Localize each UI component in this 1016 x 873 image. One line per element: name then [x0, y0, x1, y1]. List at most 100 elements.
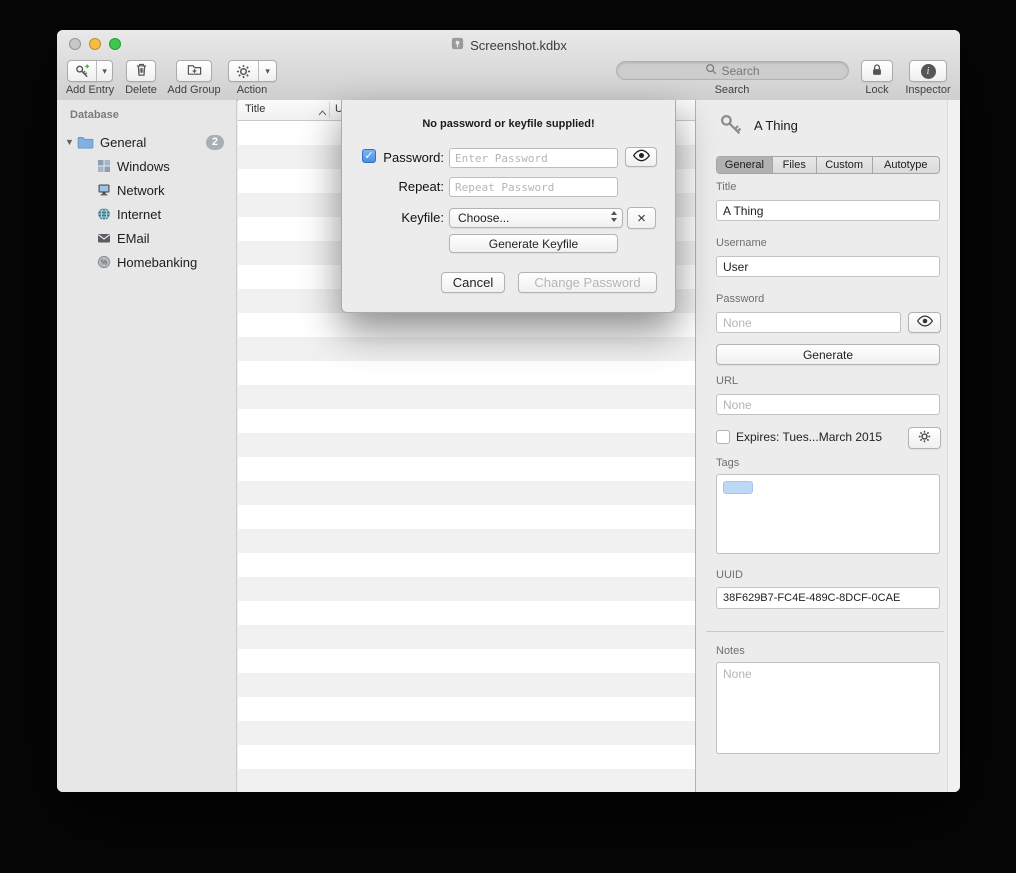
dialog-reveal-password-button[interactable]	[625, 147, 657, 167]
delete-button[interactable]	[126, 60, 156, 82]
app-window: Screenshot.kdbx ▾ Add Entry Delete Add G…	[57, 30, 960, 792]
dialog-repeat-label: Repeat:	[364, 179, 444, 194]
window-title-text: Screenshot.kdbx	[470, 38, 567, 53]
add-entry-label: Add Entry	[66, 84, 114, 96]
reveal-password-button[interactable]	[908, 312, 941, 333]
search-icon	[705, 63, 717, 78]
window-chrome: Screenshot.kdbx ▾ Add Entry Delete Add G…	[57, 30, 960, 101]
uuid-field[interactable]	[716, 587, 940, 609]
action-dropdown[interactable]: ▾	[258, 61, 276, 81]
add-entry-dropdown[interactable]: ▾	[96, 61, 112, 81]
sidebar-item-email[interactable]: EMail	[57, 226, 236, 250]
clear-keyfile-button[interactable]: ×	[627, 207, 656, 229]
svg-text:%: %	[101, 260, 107, 267]
sidebar-section-header: Database	[70, 109, 119, 121]
key-plus-icon	[68, 61, 96, 81]
group-label: Network	[117, 183, 165, 198]
url-field[interactable]	[716, 394, 940, 415]
expires-checkbox[interactable]	[716, 430, 730, 444]
keyfile-selected-value: Choose...	[458, 211, 610, 225]
folder-plus-icon	[187, 62, 202, 80]
generate-password-button[interactable]: Generate	[716, 344, 940, 365]
password-label: Password	[716, 293, 764, 305]
notes-field[interactable]	[716, 662, 940, 754]
key-icon	[718, 112, 744, 143]
entry-title: A Thing	[754, 118, 798, 133]
group-label: EMail	[117, 231, 150, 246]
sidebar-item-network[interactable]: Network	[57, 178, 236, 202]
action-label: Action	[237, 84, 268, 96]
search-label: Search	[715, 84, 750, 96]
chevron-down-icon: ▾	[265, 67, 270, 76]
eye-icon	[632, 149, 651, 165]
inspector-scrollbar[interactable]	[947, 100, 960, 792]
globe-icon	[97, 207, 111, 221]
action-button[interactable]: ▾	[228, 60, 277, 82]
column-divider[interactable]	[329, 102, 330, 118]
tags-field[interactable]	[716, 474, 940, 554]
padlock-icon	[870, 63, 884, 80]
change-password-dialog: No password or keyfile supplied! ✓ Passw…	[341, 100, 676, 313]
sidebar-item-general[interactable]: ▼ General 2	[57, 130, 236, 154]
sidebar-item-internet[interactable]: Internet	[57, 202, 236, 226]
url-label: URL	[716, 375, 738, 387]
stepper-arrows-icon	[610, 210, 618, 226]
entry-count-badge: 2	[206, 135, 224, 150]
inspector-label: Inspector	[905, 84, 950, 96]
add-group-label: Add Group	[167, 84, 220, 96]
add-group-button[interactable]	[176, 60, 212, 82]
username-label: Username	[716, 237, 767, 249]
tags-label: Tags	[716, 457, 739, 469]
keyfile-popup[interactable]: Choose...	[449, 208, 623, 228]
notes-label: Notes	[716, 645, 745, 657]
coin-icon: %	[97, 255, 111, 269]
info-icon: i	[921, 64, 936, 79]
lock-button[interactable]	[861, 60, 893, 82]
group-label: Windows	[117, 159, 170, 174]
tab-general[interactable]: General	[717, 157, 773, 173]
disclosure-triangle-icon[interactable]: ▼	[65, 137, 77, 147]
dialog-password-field[interactable]	[449, 148, 618, 168]
group-tree: ▼ General 2 Windows Network	[57, 130, 236, 274]
envelope-icon	[97, 231, 111, 245]
title-label: Title	[716, 181, 736, 193]
windows-icon	[97, 159, 111, 173]
tab-custom[interactable]: Custom	[817, 157, 873, 173]
chevron-down-icon: ▾	[102, 67, 107, 76]
delete-label: Delete	[125, 84, 157, 96]
username-field[interactable]	[716, 256, 940, 277]
sidebar-item-homebanking[interactable]: % Homebanking	[57, 250, 236, 274]
search-placeholder: Search	[721, 64, 759, 78]
eye-icon	[916, 315, 934, 330]
sidebar: Database ▼ General 2 Windows Netw	[57, 100, 237, 792]
window-title: Screenshot.kdbx	[57, 36, 960, 54]
inspector-tabs: General Files Custom Autotype	[716, 156, 940, 174]
cancel-button[interactable]: Cancel	[441, 272, 505, 293]
gear-icon	[229, 61, 258, 81]
search-input[interactable]: Search	[616, 61, 849, 80]
lock-label: Lock	[865, 84, 888, 96]
expires-label: Expires: Tues...March 2015	[736, 430, 882, 444]
generate-keyfile-button[interactable]: Generate Keyfile	[449, 234, 618, 253]
gear-icon	[918, 430, 931, 446]
inspector-button[interactable]: i	[909, 60, 947, 82]
tag-token[interactable]	[723, 481, 753, 494]
trash-icon	[134, 62, 149, 80]
password-field[interactable]	[716, 312, 901, 333]
document-icon	[450, 36, 465, 54]
dialog-keyfile-label: Keyfile:	[364, 210, 444, 225]
uuid-label: UUID	[716, 569, 743, 581]
dialog-message: No password or keyfile supplied!	[342, 118, 675, 130]
tab-autotype[interactable]: Autotype	[873, 157, 939, 173]
sidebar-item-windows[interactable]: Windows	[57, 154, 236, 178]
group-label: Homebanking	[117, 255, 197, 270]
tab-files[interactable]: Files	[773, 157, 817, 173]
close-icon: ×	[637, 210, 646, 227]
add-entry-button[interactable]: ▾	[67, 60, 113, 82]
dialog-repeat-field[interactable]	[449, 177, 618, 197]
change-password-button: Change Password	[518, 272, 657, 293]
title-field[interactable]	[716, 200, 940, 221]
sort-ascending-icon	[318, 107, 327, 119]
column-header-title[interactable]: Title	[245, 103, 265, 115]
expires-gear-button[interactable]	[908, 427, 941, 449]
